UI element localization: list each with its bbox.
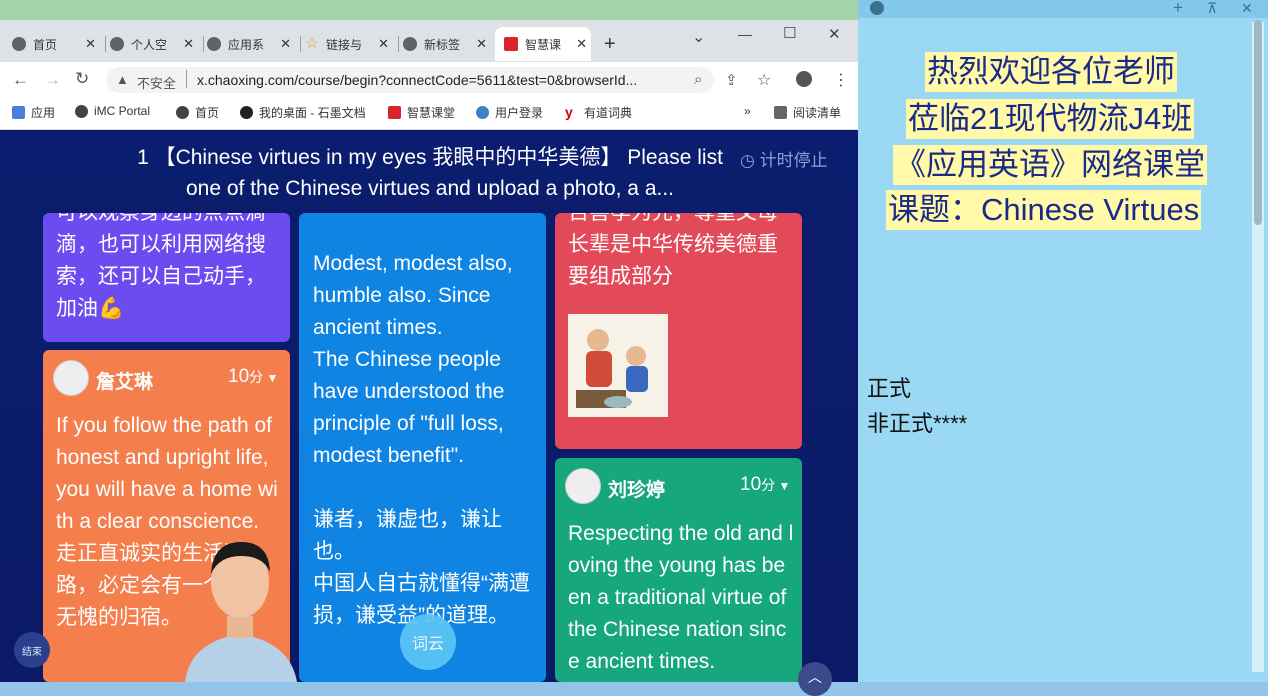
globe-icon <box>403 37 417 51</box>
bookmark-shimo[interactable]: 我的桌面 - 石墨文档 <box>240 104 366 121</box>
tab-smart-class[interactable]: 智慧课 ✕ <box>495 27 591 61</box>
student-name: 刘珍婷 <box>608 480 666 501</box>
note-app-icon <box>870 1 884 15</box>
bookmark-imc-portal[interactable]: iMC Portal <box>75 104 150 118</box>
profile-icon[interactable] <box>796 71 812 87</box>
desktop-strip <box>0 0 858 20</box>
welcome-line: 热烈欢迎各位老师 <box>925 52 1177 92</box>
share-icon[interactable]: ⇪ <box>725 71 738 89</box>
warning-icon[interactable]: ▲ <box>116 72 129 87</box>
bookmark-user-login[interactable]: 用户登录 <box>476 104 543 121</box>
card-text: Respecting the old and loving the young … <box>568 522 794 673</box>
forward-arrow-icon[interactable]: → <box>44 70 61 90</box>
avatar <box>565 468 601 504</box>
tab-close-icon[interactable]: ✕ <box>280 36 291 52</box>
panel-scrollbar-thumb[interactable] <box>1254 20 1262 225</box>
globe-icon <box>75 104 88 118</box>
question-title: 1 【Chinese virtues in my eyes 我眼中的中华美德】 … <box>137 146 723 200</box>
scroll-up-button[interactable]: ︿ <box>798 662 832 696</box>
clock-icon: ◷ <box>740 151 755 170</box>
reading-list-button[interactable]: 阅读清单 <box>774 104 841 121</box>
card-text: Modest, modest also, humble also. Since … <box>313 252 530 627</box>
new-tab-button[interactable]: + <box>604 33 616 56</box>
answer-card-red[interactable]: 百善孝为先，尊重父母长辈是中华传统美德重要组成部分 <box>555 213 802 449</box>
presenter-video <box>175 530 305 682</box>
card-text: 百善孝为先，尊重父母长辈是中华传统美德重要组成部分 <box>568 213 778 288</box>
timer-status[interactable]: ◷ 计时停止 <box>740 146 828 171</box>
topic-line: 课题：Chinese Virtues <box>886 190 1202 230</box>
answer-card-green[interactable]: 刘珍婷 10分 ▼ Respecting the old and loving … <box>555 458 802 682</box>
globe-icon <box>176 106 189 119</box>
globe-icon <box>207 37 221 51</box>
end-button[interactable]: 结束 <box>14 632 50 668</box>
filial-piety-illustration <box>568 314 668 417</box>
bookmark-star-icon[interactable]: ☆ <box>757 70 771 90</box>
word-cloud-button[interactable]: 词云 <box>400 614 456 670</box>
apps-grid-icon <box>12 106 25 119</box>
tab-home[interactable]: 首页 ✕ <box>12 27 106 61</box>
tab-close-icon[interactable]: ✕ <box>378 36 389 52</box>
zoom-icon[interactable]: ⌕ <box>694 71 702 88</box>
menu-icon[interactable]: ⋮ <box>833 70 849 90</box>
close-note-button[interactable]: ✕ <box>1241 0 1253 17</box>
chaoxing-logo-icon <box>504 37 518 51</box>
bookmark-smart-class[interactable]: 智慧课堂 <box>388 104 455 121</box>
globe-icon <box>12 37 26 51</box>
tab-close-icon[interactable]: ✕ <box>85 36 96 52</box>
reload-icon[interactable]: ↻ <box>75 69 89 89</box>
pin-icon[interactable]: ⊼ <box>1207 0 1217 17</box>
maximize-button[interactable]: ☐ <box>783 24 796 42</box>
note-informal: 非正式**** <box>867 411 968 436</box>
course-line: 《应用英语》网络课堂 <box>893 145 1207 185</box>
class-line: 莅临21现代物流J4班 <box>906 99 1195 139</box>
answer-card-purple[interactable]: 可以观察身边的点点滴滴，也可以利用网络搜索，还可以自己动手，加油💪 <box>43 213 290 342</box>
tab-close-icon[interactable]: ✕ <box>476 36 487 52</box>
avatar <box>53 360 89 396</box>
chaoxing-logo-icon <box>388 106 401 119</box>
presenter-figure <box>185 542 297 682</box>
bookmark-youdao[interactable]: y 有道词典 <box>565 104 632 121</box>
add-note-button[interactable]: + <box>1173 0 1183 18</box>
minimize-button[interactable]: — <box>738 26 752 42</box>
url-text[interactable]: x.chaoxing.com/course/begin?connectCode=… <box>197 72 637 88</box>
tab-personal[interactable]: 个人空 ✕ <box>110 27 204 61</box>
shimo-logo-icon <box>240 106 253 119</box>
reading-list-icon <box>774 106 787 119</box>
bookmark-apps[interactable]: 应用 <box>12 104 55 121</box>
score-dropdown[interactable]: 10分 ▼ <box>228 366 278 388</box>
bookmarks-more-button[interactable]: » <box>744 104 751 118</box>
card-text: 可以观察身边的点点滴滴，也可以利用网络搜索，还可以自己动手，加油💪 <box>56 213 266 320</box>
tab-new[interactable]: 新标签 ✕ <box>403 27 491 61</box>
login-icon <box>476 106 489 119</box>
score-dropdown[interactable]: 10分 ▼ <box>740 474 790 496</box>
answer-card-blue[interactable]: Modest, modest also, humble also. Since … <box>299 213 546 682</box>
tab-app-system[interactable]: 应用系 ✕ <box>207 27 301 61</box>
note-formal: 正式 <box>867 376 912 401</box>
tab-close-icon[interactable]: ✕ <box>576 36 587 52</box>
uploaded-photo[interactable] <box>568 314 668 417</box>
back-arrow-icon[interactable]: ← <box>12 70 29 90</box>
window-close-button[interactable]: ✕ <box>828 25 841 43</box>
bookmark-home[interactable]: 首页 <box>176 104 219 121</box>
tab-search-button[interactable]: ⌄ <box>692 27 705 47</box>
globe-icon <box>110 37 124 51</box>
student-name: 詹艾琳 <box>96 372 154 393</box>
star-icon: ☆ <box>305 35 319 52</box>
security-label[interactable]: 不安全 <box>137 73 176 92</box>
tab-close-icon[interactable]: ✕ <box>183 36 194 52</box>
youdao-logo-icon: y <box>565 104 573 120</box>
tab-links[interactable]: ☆ 链接与 ✕ <box>305 27 399 61</box>
